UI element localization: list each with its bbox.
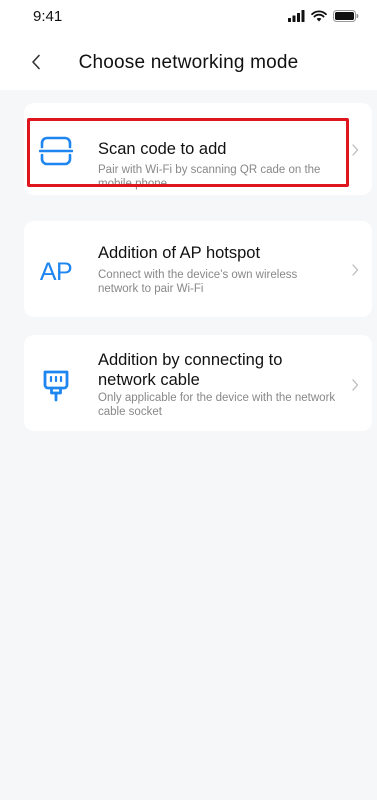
option-card-network-cable[interactable]: Addition by connecting to network cable … <box>24 335 372 431</box>
network-cable-icon <box>38 367 74 403</box>
chevron-right-icon <box>352 264 359 276</box>
option-card-ap-hotspot[interactable]: AP Addition of AP hotspot Connect with t… <box>24 221 372 317</box>
nav-bar: Choose networking mode <box>0 34 377 90</box>
status-time: 9:41 <box>33 8 63 25</box>
scan-code-icon <box>38 133 74 169</box>
option-title: Scan code to add <box>98 140 227 158</box>
status-bar: 9:41 <box>0 0 377 34</box>
option-description: Pair with Wi-Fi by scanning QR cade on t… <box>98 164 321 190</box>
chevron-right-icon <box>352 144 359 156</box>
content-area: Scan code to add Pair with Wi-Fi by scan… <box>0 90 377 800</box>
ap-icon-text: AP <box>39 257 73 286</box>
option-title: Addition by connecting to network cable <box>98 351 283 389</box>
phone-screen: 9:41 Choose networking mode Scan code to… <box>0 0 377 800</box>
option-title: Addition of AP hotspot <box>98 244 261 262</box>
page-title: Choose networking mode <box>78 52 299 73</box>
option-card-scan-code[interactable]: Scan code to add Pair with Wi-Fi by scan… <box>24 103 372 195</box>
option-description: Only applicable for the device with the … <box>98 392 336 418</box>
chevron-right-icon <box>352 379 359 391</box>
battery-icon <box>333 10 359 22</box>
wifi-icon <box>311 10 327 22</box>
status-icons <box>288 10 359 22</box>
ap-hotspot-icon: AP <box>38 254 74 290</box>
option-description: Connect with the device’s own wireless n… <box>98 269 298 295</box>
signal-icon <box>288 10 305 22</box>
